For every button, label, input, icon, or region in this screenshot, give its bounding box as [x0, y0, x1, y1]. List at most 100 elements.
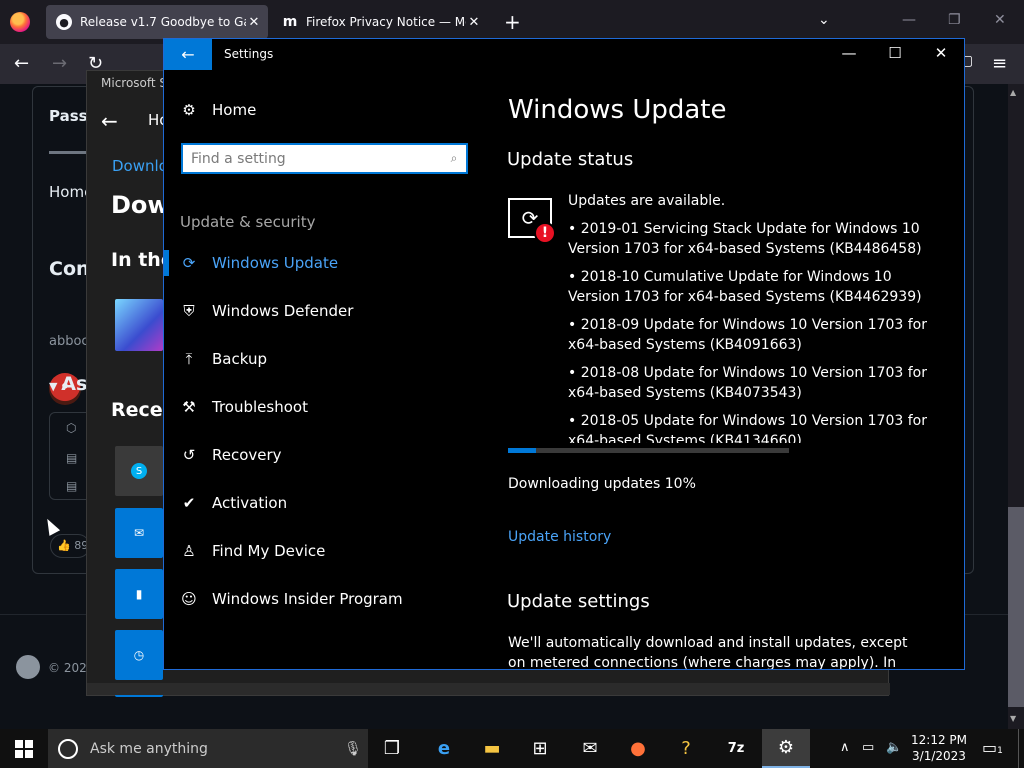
assets-heading[interactable]: ▼ As	[49, 373, 87, 395]
firefox-logo-icon[interactable]	[10, 12, 30, 32]
nav-item-windows-insider-program[interactable]: ☺ Windows Insider Program	[180, 587, 403, 611]
mozilla-favicon-icon: m	[282, 14, 298, 30]
nav-item-label: Recovery	[212, 446, 282, 464]
history-icon: ↺	[182, 446, 196, 464]
cortana-search-box[interactable]: Ask me anything 🎙	[48, 729, 368, 768]
clock-date: 3/1/2023	[912, 749, 966, 763]
file-explorer-icon[interactable]: ▬	[468, 729, 516, 768]
network-icon[interactable]: ▭	[862, 740, 874, 755]
scroll-up-icon[interactable]: ▲	[1010, 88, 1016, 97]
cortana-search-text[interactable]: Ask me anything	[90, 741, 338, 757]
tab-title: Release v1.7 Goodbye to Gathe	[80, 15, 246, 29]
store-bottom-bar	[87, 683, 890, 695]
back-arrow-icon: ←	[181, 45, 195, 64]
gear-icon: ⚙	[182, 101, 196, 119]
nav-item-find-my-device[interactable]: ♙ Find My Device	[180, 539, 325, 563]
nav-item-label: Windows Insider Program	[212, 590, 403, 608]
cortana-icon	[58, 738, 78, 759]
tab-close-icon[interactable]: ✕	[466, 15, 482, 30]
tab-close-icon[interactable]: ✕	[246, 15, 262, 30]
7zip-icon[interactable]: 7z	[712, 729, 760, 768]
list-all-tabs-chevron-icon[interactable]: ⌄	[818, 12, 830, 28]
minimize-icon[interactable]: —	[902, 12, 916, 28]
app-tile-phone-icon[interactable]: ▮	[115, 569, 163, 619]
maximize-icon[interactable]: ☐	[872, 44, 918, 62]
browser-tab-github-release[interactable]: ● Release v1.7 Goodbye to Gathe ✕	[46, 5, 268, 39]
wrench-icon: ⚒	[182, 398, 196, 416]
settings-search-box[interactable]: ⌕	[181, 143, 468, 174]
nav-item-recovery[interactable]: ↺ Recovery	[180, 443, 282, 467]
firefox-icon[interactable]: ●	[614, 729, 662, 768]
new-tab-button[interactable]: +	[504, 10, 521, 34]
store-back-arrow-icon[interactable]: ←	[101, 109, 118, 133]
nav-item-label: Windows Update	[212, 254, 339, 272]
close-icon[interactable]: ✕	[994, 12, 1006, 28]
microphone-icon[interactable]: 🎙	[338, 741, 368, 757]
nav-item-label: Find My Device	[212, 542, 326, 560]
search-icon[interactable]: ⌕	[442, 151, 466, 166]
error-badge-icon: !	[534, 222, 556, 244]
settings-back-button[interactable]: ←	[164, 39, 212, 70]
system-clock[interactable]: 12:12 PM 3/1/2023	[904, 732, 974, 764]
list-item: • 2018-10 Cumulative Update for Windows …	[568, 269, 922, 305]
nav-item-windows-defender[interactable]: ⛨ Windows Defender	[180, 299, 353, 323]
app-tile-bing-icon[interactable]	[115, 299, 163, 351]
browser-tab-privacy-notice[interactable]: m Firefox Privacy Notice — Mozilla ✕	[272, 5, 488, 39]
show-hidden-icons-chevron-icon[interactable]: ∧	[840, 740, 850, 755]
store-window-title: Microsoft St	[101, 76, 172, 90]
clock-time: 12:12 PM	[911, 733, 967, 747]
search-input[interactable]	[183, 150, 442, 167]
restore-icon[interactable]: ❐	[948, 12, 961, 28]
selected-indicator	[164, 250, 169, 276]
show-desktop-button[interactable]	[1018, 729, 1024, 768]
settings-home-link[interactable]: ⚙ Home	[180, 101, 256, 119]
assets-list: ⬡ ▤ ▤	[49, 412, 89, 500]
app-tile-skype-icon[interactable]: S	[115, 446, 163, 496]
zip-file-icon: ▤	[66, 479, 78, 493]
task-view-icon[interactable]: ❐	[368, 729, 416, 768]
github-logo-icon[interactable]	[16, 655, 40, 679]
menu-hamburger-icon[interactable]: ≡	[992, 53, 1007, 74]
home-label: Home	[212, 101, 257, 119]
download-progress-bar	[508, 448, 789, 453]
store-bag-icon[interactable]: ⊞	[516, 729, 564, 768]
back-arrow-icon[interactable]: ←	[14, 53, 29, 74]
start-button[interactable]	[0, 729, 48, 768]
settings-title-bar: ← Settings — ☐ ✕	[164, 39, 964, 70]
app-tile-alarms-icon[interactable]: ◷	[115, 630, 163, 680]
update-settings-heading: Update settings	[507, 591, 650, 612]
edge-browser-icon[interactable]: e	[420, 729, 468, 768]
store-downloads-link[interactable]: Downlo	[112, 157, 168, 175]
settings-gear-icon[interactable]: ⚙	[762, 729, 810, 768]
volume-icon[interactable]: 🔈	[886, 740, 902, 755]
nav-item-activation[interactable]: ✔ Activation	[180, 491, 287, 515]
minimize-icon[interactable]: —	[826, 44, 872, 62]
username[interactable]: abboc	[49, 334, 89, 349]
taskbar: Ask me anything 🎙 ❐ e ▬ ⊞ ✉ ● ? 7z ⚙ ∧ ▭…	[0, 729, 1024, 768]
sync-icon: ⟳	[182, 254, 196, 272]
reaction-button[interactable]: 👍 89	[50, 534, 90, 558]
scrollbar-thumb[interactable]	[1008, 507, 1024, 707]
update-history-link[interactable]: Update history	[508, 529, 611, 545]
nav-item-troubleshoot[interactable]: ⚒ Troubleshoot	[180, 395, 308, 419]
backup-arrow-icon: ⤒	[185, 350, 193, 368]
list-item: • 2018-09 Update for Windows 10 Version …	[568, 317, 927, 353]
close-icon[interactable]: ✕	[918, 44, 964, 62]
nav-item-windows-update[interactable]: ⟳ Windows Update	[180, 251, 338, 275]
list-item: • 2018-08 Update for Windows 10 Version …	[568, 365, 927, 401]
person-location-icon: ♙	[182, 542, 196, 560]
mail-icon[interactable]: ✉	[566, 729, 614, 768]
forward-arrow-icon[interactable]: →	[52, 53, 67, 74]
nav-item-backup[interactable]: ⤒ Backup	[180, 347, 267, 371]
settings-window-title: Settings	[224, 47, 274, 61]
package-icon: ⬡	[66, 421, 77, 435]
caret-down-icon: ▼	[49, 380, 62, 393]
insider-person-icon: ☺	[181, 590, 197, 608]
scroll-down-icon[interactable]: ▼	[1010, 714, 1016, 723]
app-tile-mail-icon[interactable]: ✉	[115, 508, 163, 558]
nav-item-label: Troubleshoot	[212, 398, 308, 416]
help-tips-icon[interactable]: ?	[662, 729, 710, 768]
download-status-text: Downloading updates 10%	[508, 476, 696, 492]
windows-logo-icon	[15, 739, 33, 758]
action-center-icon[interactable]: ▭1	[982, 738, 1003, 757]
